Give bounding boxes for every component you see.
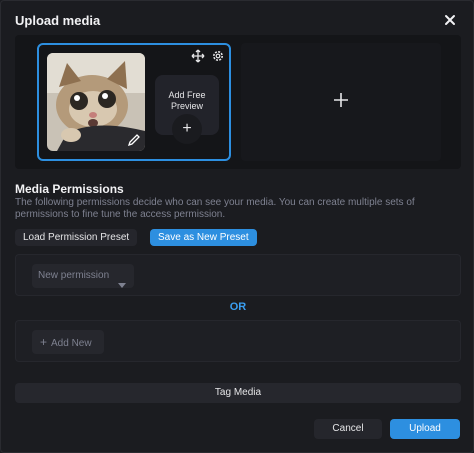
media-card[interactable]: Add Free Preview +	[37, 43, 231, 161]
gear-icon[interactable]	[211, 49, 225, 63]
close-icon[interactable]	[443, 13, 457, 27]
chevron-down-icon	[118, 274, 126, 288]
add-new-button[interactable]: + Add New	[32, 330, 104, 354]
free-preview-label-line1: Add Free	[168, 90, 206, 100]
or-separator: OR	[229, 301, 247, 313]
move-icon[interactable]	[191, 49, 205, 63]
load-permission-preset-button[interactable]: Load Permission Preset	[15, 229, 138, 246]
permissions-description: The following permissions decide who can…	[15, 197, 415, 220]
permissions-title: Media Permissions	[15, 182, 124, 196]
tag-media-button[interactable]: Tag Media	[15, 383, 461, 403]
new-permission-select[interactable]: New permission	[32, 264, 134, 288]
add-media-button[interactable]	[241, 43, 441, 161]
add-new-label: Add New	[51, 338, 92, 349]
dialog-title: Upload media	[15, 13, 101, 28]
plus-icon: +	[172, 114, 202, 144]
media-area: Add Free Preview +	[15, 35, 461, 169]
new-permission-label: New permission	[38, 270, 110, 281]
free-preview-label-line2: Preview	[170, 101, 203, 111]
plus-icon: +	[40, 335, 48, 349]
add-free-preview-button[interactable]: Add Free Preview +	[155, 75, 219, 144]
pencil-icon[interactable]	[127, 133, 141, 147]
permission-row: New permission	[15, 254, 461, 296]
plus-icon	[333, 92, 349, 108]
add-permission-row: + Add New	[15, 320, 461, 362]
media-thumbnail[interactable]	[47, 53, 145, 151]
save-as-new-preset-button[interactable]: Save as New Preset	[150, 229, 257, 246]
cancel-button[interactable]: Cancel	[314, 419, 382, 439]
upload-media-dialog: Upload media Add Free Preview + Media Pe…	[0, 0, 474, 453]
upload-button[interactable]: Upload	[390, 419, 460, 439]
